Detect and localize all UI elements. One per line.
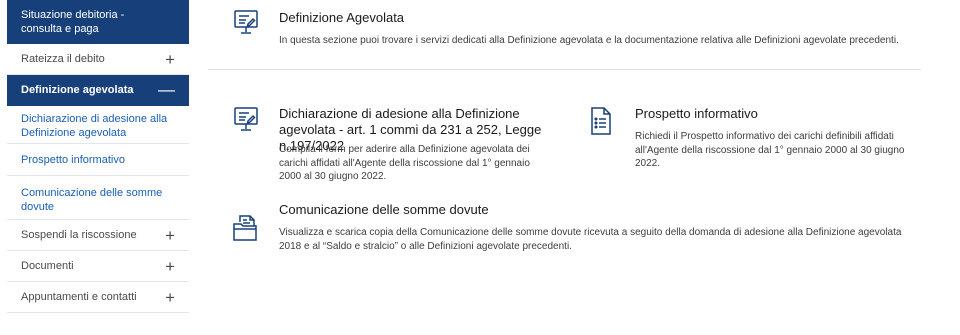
sidebar-item-label: Rateizza il debito bbox=[21, 53, 105, 65]
card-comunicazione-description: Visualizza e scarica copia della Comunic… bbox=[279, 227, 902, 252]
form-monitor-icon bbox=[234, 107, 258, 138]
sidebar-item-label: Situazione debitoria - bbox=[21, 8, 125, 21]
card-prospetto-description: Richiedi il Prospetto informativo dei ca… bbox=[635, 131, 905, 169]
sidebar-item-appuntamenti[interactable]: Appuntamenti e contatti + bbox=[7, 282, 189, 313]
plus-icon[interactable]: + bbox=[165, 51, 175, 68]
sidebar-item-label: Appuntamenti e contatti bbox=[21, 291, 137, 303]
page-description: In questa sezione puoi trovare i servizi… bbox=[279, 35, 899, 46]
plus-icon[interactable]: + bbox=[165, 227, 175, 244]
sidebar-item-definizione-agevolata[interactable]: Definizione agevolata — bbox=[7, 75, 189, 106]
sidebar-item-label: Sospendi la riscossione bbox=[21, 229, 137, 241]
card-prospetto-title[interactable]: Prospetto informativo bbox=[635, 106, 915, 122]
sidebar-item-situazione-debitoria[interactable]: Situazione debitoria - consulta e paga bbox=[7, 0, 189, 44]
sidebar-item-label: Documenti bbox=[21, 260, 74, 272]
minus-icon[interactable]: — bbox=[158, 80, 175, 100]
section-divider bbox=[208, 69, 921, 70]
sidebar-item-sospendi[interactable]: Sospendi la riscossione + bbox=[7, 220, 189, 251]
sidebar-nav: Situazione debitoria - consulta e paga R… bbox=[7, 0, 189, 335]
card-dichiarazione-description: Compila il form per aderire alla Definiz… bbox=[279, 144, 530, 182]
sidebar-item-label: Definizione agevolata bbox=[21, 84, 134, 96]
sidebar-subitem-dichiarazione[interactable]: Dichiarazione di adesione alla Definizio… bbox=[7, 106, 189, 144]
card-comunicazione-title[interactable]: Comunicazione delle somme dovute bbox=[279, 202, 879, 218]
sidebar-item-documenti[interactable]: Documenti + bbox=[7, 251, 189, 282]
folder-document-icon bbox=[232, 214, 260, 247]
sidebar-item-label: consulta e paga bbox=[21, 22, 99, 35]
plus-icon[interactable]: + bbox=[165, 258, 175, 275]
sidebar-subitem-prospetto[interactable]: Prospetto informativo bbox=[7, 144, 189, 176]
document-list-icon bbox=[590, 107, 612, 140]
main-content: Definizione Agevolata In questa sezione … bbox=[208, 0, 922, 335]
sidebar-subitem-comunicazione[interactable]: Comunicazione delle somme dovute bbox=[7, 176, 189, 220]
sidebar-item-rateizza[interactable]: Rateizza il debito + bbox=[7, 44, 189, 75]
plus-icon[interactable]: + bbox=[165, 289, 175, 306]
form-monitor-icon bbox=[234, 10, 258, 41]
page-title: Definizione Agevolata bbox=[279, 10, 405, 25]
